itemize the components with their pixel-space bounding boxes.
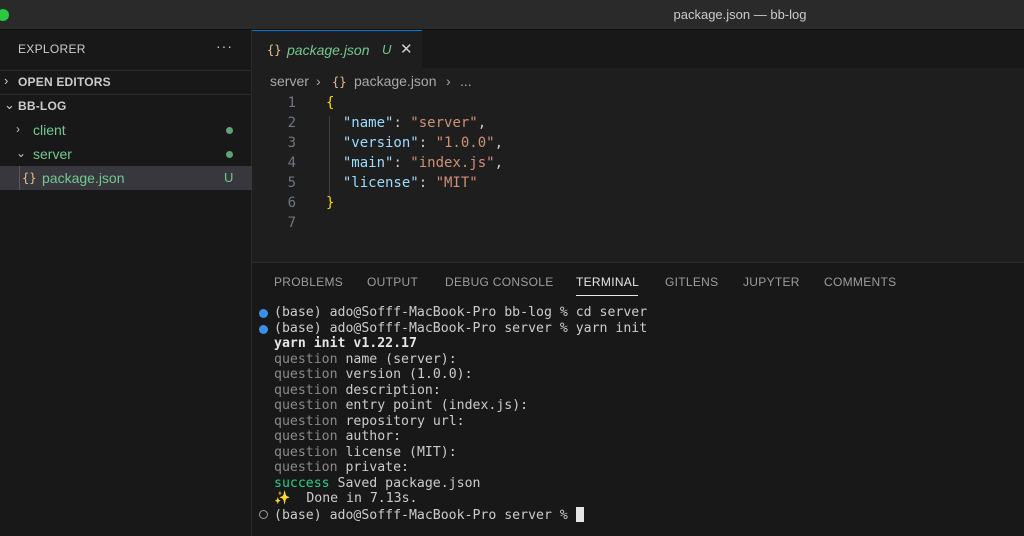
chevron-down-icon: ⌄	[4, 97, 15, 112]
title-bar: package.json — bb-log	[0, 0, 1024, 30]
command-success-dot	[259, 325, 268, 334]
terminal-line: question author:	[274, 429, 402, 444]
json-key: "name"	[342, 115, 394, 131]
json-value: "MIT"	[435, 175, 478, 191]
terminal-line: (base) ado@Sofff-MacBook-Pro bb-log % cd…	[274, 305, 648, 320]
sparkles-icon: ✨	[274, 491, 291, 506]
chevron-right-icon: ›	[4, 73, 9, 88]
breadcrumb-file[interactable]: package.json	[354, 73, 437, 89]
json-key: "version"	[342, 135, 419, 151]
terminal-line: question license (MIT):	[274, 444, 457, 460]
terminal-line: question repository url:	[274, 413, 465, 429]
breadcrumb: server › {} package.json › ...	[252, 68, 1024, 94]
explorer-title: EXPLORER	[18, 42, 86, 56]
json-key: "main"	[342, 155, 394, 171]
chevron-right-icon: ›	[316, 73, 321, 89]
section-label: OPEN EDITORS	[18, 75, 111, 89]
bottom-panel: PROBLEMS OUTPUT DEBUG CONSOLE TERMINAL G…	[252, 262, 1024, 536]
close-brace: }	[326, 195, 335, 211]
code-line: "main": "index.js",	[342, 155, 504, 171]
json-file-icon: {}	[267, 43, 282, 57]
tab-package-json[interactable]: {} package.json U ✕	[252, 30, 422, 68]
line-number: 3	[287, 135, 296, 151]
open-editors-section[interactable]: › OPEN EDITORS	[0, 70, 252, 92]
terminal-line: question private:	[274, 460, 410, 475]
terminal-line: question name (server):	[274, 351, 457, 367]
breadcrumb-folder[interactable]: server	[270, 73, 309, 89]
file-name: package.json	[42, 170, 125, 186]
explorer-sidebar: EXPLORER ··· › OPEN EDITORS ⌄ BB-LOG › c…	[0, 30, 252, 536]
line-number: 6	[287, 195, 296, 211]
tree-item-package-json[interactable]: {} package.json U	[0, 166, 252, 190]
line-number: 4	[287, 155, 296, 171]
terminal-line: question version (1.0.0):	[274, 367, 473, 382]
json-value: "1.0.0"	[435, 135, 495, 151]
window-title: package.json — bb-log	[673, 7, 807, 22]
terminal-prompt: (base) ado@Sofff-MacBook-Pro server %	[274, 506, 584, 523]
close-icon[interactable]: ✕	[400, 40, 413, 58]
indent-guide	[19, 166, 20, 190]
git-modified-dot	[226, 127, 233, 134]
tab-label: package.json	[287, 42, 370, 58]
code-line: }	[326, 195, 334, 211]
terminal-line: ✨ Done in 7.13s.	[274, 491, 418, 506]
command-success-dot	[259, 309, 268, 318]
tab-terminal[interactable]: TERMINAL	[576, 275, 639, 289]
active-tab-indicator	[576, 295, 638, 296]
open-brace: {	[326, 95, 335, 111]
json-file-icon: {}	[22, 171, 37, 185]
section-label: BB-LOG	[18, 99, 67, 113]
line-number: 2	[287, 115, 296, 131]
json-value: "server"	[410, 115, 478, 131]
code-line: {	[326, 95, 334, 111]
terminal-output[interactable]: (base) ado@Sofff-MacBook-Pro bb-log % cd…	[252, 305, 1024, 536]
json-file-icon: {}	[332, 75, 347, 89]
chevron-right-icon: ›	[16, 122, 20, 136]
code-line: "license": "MIT"	[342, 175, 478, 191]
untracked-badge: U	[382, 42, 392, 57]
line-number: 7	[287, 215, 296, 231]
tab-comments[interactable]: COMMENTS	[824, 275, 896, 289]
chevron-down-icon: ⌄	[16, 146, 27, 160]
tab-output[interactable]: OUTPUT	[367, 275, 418, 289]
terminal-line: yarn init v1.22.17	[274, 336, 417, 351]
editor-tab-bar: {} package.json U ✕	[252, 30, 1024, 68]
terminal-line: success Saved package.json	[274, 475, 481, 491]
json-key: "license"	[342, 175, 419, 191]
chevron-right-icon: ›	[446, 73, 451, 89]
json-comma: ,	[494, 135, 504, 151]
breadcrumb-symbols[interactable]: ...	[460, 73, 472, 89]
tab-problems[interactable]: PROBLEMS	[274, 275, 343, 289]
prompt-marker-icon	[259, 510, 268, 519]
untracked-badge: U	[224, 170, 234, 185]
terminal-line: question entry point (index.js):	[274, 398, 529, 413]
tab-jupyter[interactable]: JUPYTER	[743, 275, 800, 289]
code-line: "name": "server",	[342, 115, 487, 131]
json-comma: ,	[494, 155, 504, 171]
json-value: "index.js"	[410, 155, 495, 171]
git-modified-dot	[226, 151, 233, 158]
terminal-cursor	[575, 506, 584, 522]
project-section[interactable]: ⌄ BB-LOG	[0, 94, 252, 116]
tab-debug-console[interactable]: DEBUG CONSOLE	[445, 275, 554, 289]
folder-name: client	[33, 122, 66, 138]
json-comma: ,	[477, 115, 487, 131]
more-actions-icon[interactable]: ···	[216, 38, 233, 54]
terminal-line: question description:	[274, 382, 441, 398]
tab-gitlens[interactable]: GITLENS	[665, 275, 718, 289]
code-line: "version": "1.0.0",	[342, 135, 504, 151]
code-editor[interactable]: 1 2 3 4 5 6 7 { "name": "server", "versi…	[252, 94, 1024, 262]
line-number: 1	[287, 95, 296, 111]
tree-item-client[interactable]: › client	[0, 118, 252, 142]
line-number: 5	[287, 175, 296, 191]
tree-item-server[interactable]: ⌄ server	[0, 142, 252, 166]
terminal-line: (base) ado@Sofff-MacBook-Pro server % ya…	[274, 320, 648, 336]
folder-name: server	[33, 146, 72, 162]
